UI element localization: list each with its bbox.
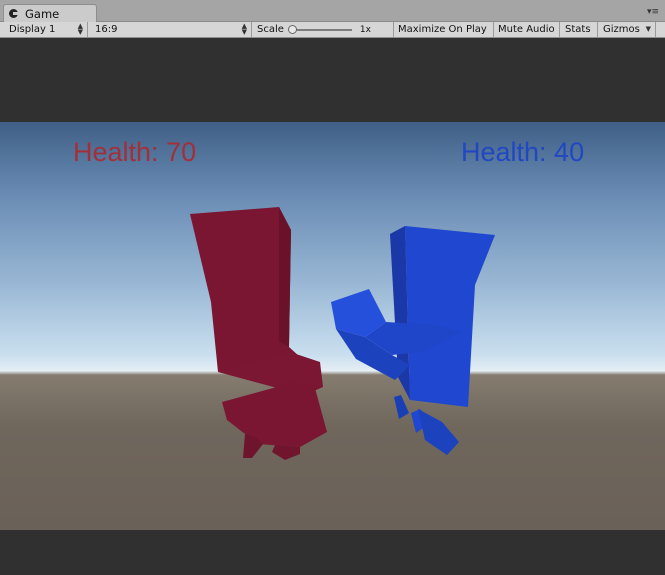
aspect-label: 16:9 [95,24,118,35]
game-scene [190,207,495,460]
scale-control: Scale 1x [252,22,394,37]
tab-strip: Game ▾≡ [0,0,665,22]
game-viewport[interactable]: Health: 70 Health: 40 [0,122,665,530]
maximize-on-play-toggle[interactable]: Maximize On Play [394,22,494,37]
dropdown-arrow-icon: ▲ ▼ [241,22,247,36]
display-dropdown[interactable]: Display 1 ▲ ▼ [4,22,88,37]
blue-player [331,226,495,455]
blue-health-label: Health: 40 [461,137,585,167]
scale-slider-thumb[interactable] [287,24,297,34]
game-toolbar: Display 1 ▲ ▼ 16:9 ▲ ▼ Scale 1x Maximize O… [0,22,665,38]
aspect-dropdown[interactable]: 16:9 ▲ ▼ [90,22,252,37]
mute-audio-label: Mute Audio [498,24,555,35]
scale-value: 1x [359,24,371,35]
tab-label: Game [25,6,60,21]
gizmos-label: Gizmos [603,24,640,35]
red-health-label: Health: 70 [73,137,197,167]
stats-label: Stats [565,24,591,35]
game-controller-icon [9,8,19,19]
red-player [190,207,327,460]
gizmos-dropdown[interactable]: Gizmos ▼ [598,22,656,37]
tab-menu-icon[interactable]: ▾≡ [647,8,659,18]
scale-slider[interactable] [287,24,352,34]
display-label: Display 1 [9,24,56,35]
dropdown-arrow-icon: ▼ [645,25,651,33]
dropdown-arrow-icon: ▲ ▼ [77,22,83,36]
mute-audio-toggle[interactable]: Mute Audio [494,22,560,37]
maximize-on-play-label: Maximize On Play [398,24,487,35]
game-view[interactable]: Health: 70 Health: 40 [0,38,665,575]
stats-toggle[interactable]: Stats [560,22,598,37]
tab-game[interactable]: Game [3,4,97,22]
scale-label: Scale [257,24,284,35]
